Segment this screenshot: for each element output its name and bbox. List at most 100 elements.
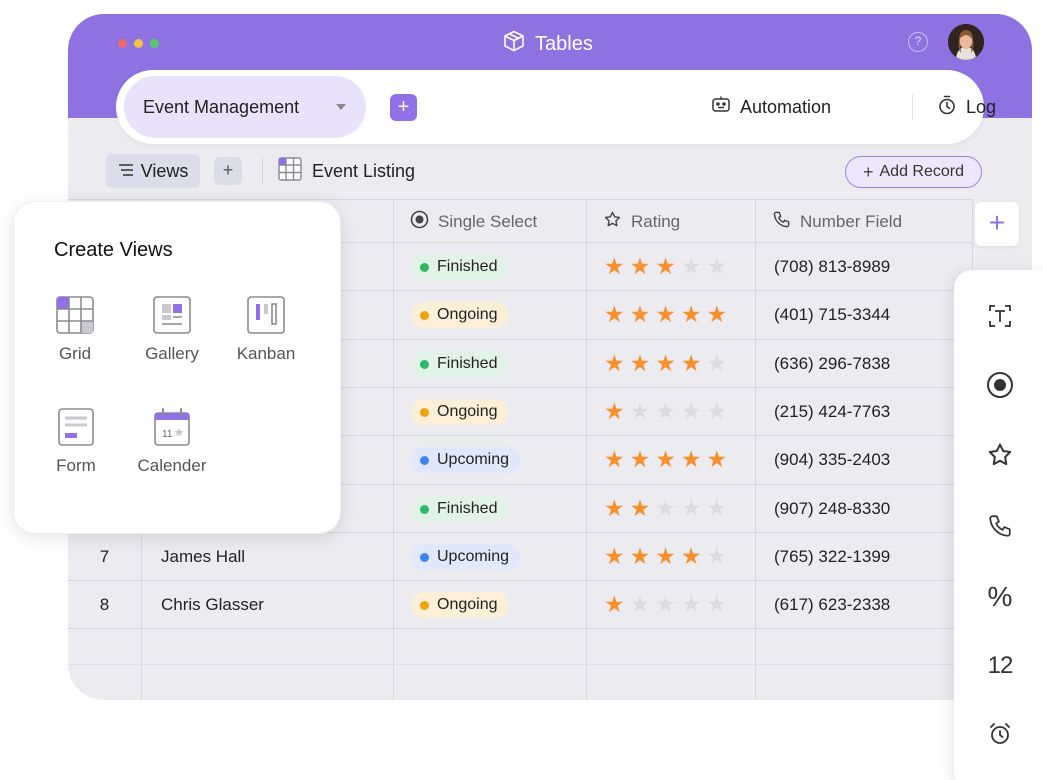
star-empty-icon[interactable]: ★	[655, 400, 676, 424]
star-filled-icon[interactable]: ★	[707, 303, 728, 327]
table-row[interactable]: 7 James Hall Upcoming ★ ★ ★ ★ ★ (765) 322-1399	[68, 533, 972, 581]
rating-cell[interactable]: ★ ★ ★ ★ ★	[604, 485, 727, 533]
rating-cell[interactable]: ★ ★ ★ ★ ★	[604, 436, 727, 484]
form-view-option[interactable]: Form	[26, 407, 126, 476]
star-filled-icon[interactable]: ★	[604, 448, 625, 472]
star-filled-icon[interactable]: ★	[604, 303, 625, 327]
automation-button[interactable]: Automation	[710, 94, 831, 121]
phone-icon[interactable]	[982, 508, 1018, 544]
create-views-title: Create Views	[54, 239, 173, 261]
views-button[interactable]: Views	[106, 154, 200, 188]
name-cell[interactable]: James Hall	[161, 533, 245, 581]
user-avatar[interactable]	[948, 24, 984, 60]
rating-cell[interactable]: ★ ★ ★ ★ ★	[604, 291, 727, 339]
star-filled-icon[interactable]: ★	[604, 400, 625, 424]
current-view[interactable]: Event Listing	[278, 157, 415, 186]
column-header-number-field[interactable]: Number Field	[772, 200, 902, 244]
status-cell[interactable]: Finished	[411, 485, 509, 533]
star-empty-icon[interactable]: ★	[655, 593, 676, 617]
rating-cell[interactable]: ★ ★ ★ ★ ★	[604, 243, 727, 291]
log-button[interactable]: Log	[936, 94, 996, 121]
star-empty-icon[interactable]: ★	[707, 255, 728, 279]
status-cell[interactable]: Finished	[411, 243, 509, 291]
rating-cell[interactable]: ★ ★ ★ ★ ★	[604, 533, 727, 581]
rating-cell[interactable]: ★ ★ ★ ★ ★	[604, 340, 727, 388]
name-cell[interactable]: Chris Glasser	[161, 581, 264, 629]
star-filled-icon[interactable]: ★	[604, 497, 625, 521]
star-empty-icon[interactable]: ★	[681, 255, 702, 279]
kanban-icon	[246, 295, 286, 335]
star-empty-icon[interactable]: ★	[707, 593, 728, 617]
status-cell[interactable]: Finished	[411, 340, 509, 388]
star-filled-icon[interactable]: ★	[630, 497, 651, 521]
add-record-label: Add Record	[879, 163, 965, 180]
star-filled-icon[interactable]: ★	[630, 448, 651, 472]
star-filled-icon[interactable]: ★	[630, 303, 651, 327]
gallery-view-option[interactable]: Gallery	[122, 295, 222, 364]
add-table-button[interactable]: +	[390, 94, 417, 121]
status-cell[interactable]: Ongoing	[411, 581, 509, 629]
kanban-view-option[interactable]: Kanban	[216, 295, 316, 364]
add-view-button[interactable]: +	[214, 157, 242, 185]
star-filled-icon[interactable]: ★	[655, 352, 676, 376]
star-filled-icon[interactable]: ★	[630, 545, 651, 569]
star-filled-icon[interactable]: ★	[655, 303, 676, 327]
single-select-icon[interactable]	[982, 367, 1018, 403]
star-filled-icon[interactable]: ★	[707, 448, 728, 472]
calendar-view-option[interactable]: 11 Calender	[122, 407, 222, 476]
star-filled-icon[interactable]: ★	[681, 448, 702, 472]
star-empty-icon[interactable]: ★	[681, 400, 702, 424]
star-empty-icon[interactable]: ★	[681, 593, 702, 617]
star-empty-icon[interactable]: ★	[707, 400, 728, 424]
status-cell[interactable]: Upcoming	[411, 533, 521, 581]
phone-cell[interactable]: (617) 623-2338	[774, 581, 890, 629]
star-filled-icon[interactable]: ★	[604, 352, 625, 376]
table-row[interactable]: 8 Chris Glasser Ongoing ★ ★ ★ ★ ★ (617) 623-2338	[68, 581, 972, 629]
star-empty-icon[interactable]: ★	[707, 497, 728, 521]
add-record-button[interactable]: + Add Record	[845, 156, 982, 188]
minimize-dot[interactable]	[134, 39, 143, 48]
star-filled-icon[interactable]: ★	[655, 255, 676, 279]
star-empty-icon[interactable]: ★	[630, 400, 651, 424]
help-icon[interactable]: ?	[908, 32, 928, 52]
rating-cell[interactable]: ★ ★ ★ ★ ★	[604, 388, 727, 436]
phone-cell[interactable]: (636) 296-7838	[774, 340, 890, 388]
rating-icon[interactable]	[982, 437, 1018, 473]
star-empty-icon[interactable]: ★	[707, 352, 728, 376]
status-cell[interactable]: Ongoing	[411, 388, 509, 436]
status-cell[interactable]: Upcoming	[411, 436, 521, 484]
star-filled-icon[interactable]: ★	[604, 545, 625, 569]
star-filled-icon[interactable]: ★	[681, 352, 702, 376]
close-dot[interactable]	[118, 39, 127, 48]
star-filled-icon[interactable]: ★	[630, 352, 651, 376]
grid-view-option[interactable]: Grid	[25, 295, 125, 364]
star-filled-icon[interactable]: ★	[655, 545, 676, 569]
column-header-rating[interactable]: Rating	[603, 200, 680, 244]
project-selector[interactable]: Event Management	[124, 76, 366, 138]
phone-cell[interactable]: (907) 248-8330	[774, 485, 890, 533]
alarm-icon[interactable]	[982, 716, 1018, 752]
star-filled-icon[interactable]: ★	[604, 593, 625, 617]
star-empty-icon[interactable]: ★	[681, 497, 702, 521]
star-filled-icon[interactable]: ★	[655, 448, 676, 472]
phone-cell[interactable]: (215) 424-7763	[774, 388, 890, 436]
column-header-single-select[interactable]: Single Select	[410, 200, 537, 244]
phone-cell[interactable]: (401) 715-3344	[774, 291, 890, 339]
star-filled-icon[interactable]: ★	[681, 545, 702, 569]
status-cell[interactable]: Ongoing	[411, 291, 509, 339]
rating-cell[interactable]: ★ ★ ★ ★ ★	[604, 581, 727, 629]
star-empty-icon[interactable]: ★	[630, 593, 651, 617]
star-empty-icon[interactable]: ★	[655, 497, 676, 521]
star-empty-icon[interactable]: ★	[707, 545, 728, 569]
maximize-dot[interactable]	[150, 39, 159, 48]
add-column-button[interactable]: +	[975, 202, 1019, 246]
number-icon[interactable]: 12	[982, 648, 1018, 684]
star-filled-icon[interactable]: ★	[604, 255, 625, 279]
star-filled-icon[interactable]: ★	[630, 255, 651, 279]
phone-cell[interactable]: (765) 322-1399	[774, 533, 890, 581]
percent-icon[interactable]: %	[982, 579, 1018, 615]
text-field-icon[interactable]	[982, 298, 1018, 334]
star-filled-icon[interactable]: ★	[681, 303, 702, 327]
phone-cell[interactable]: (904) 335-2403	[774, 436, 890, 484]
phone-cell[interactable]: (708) 813-8989	[774, 243, 890, 291]
